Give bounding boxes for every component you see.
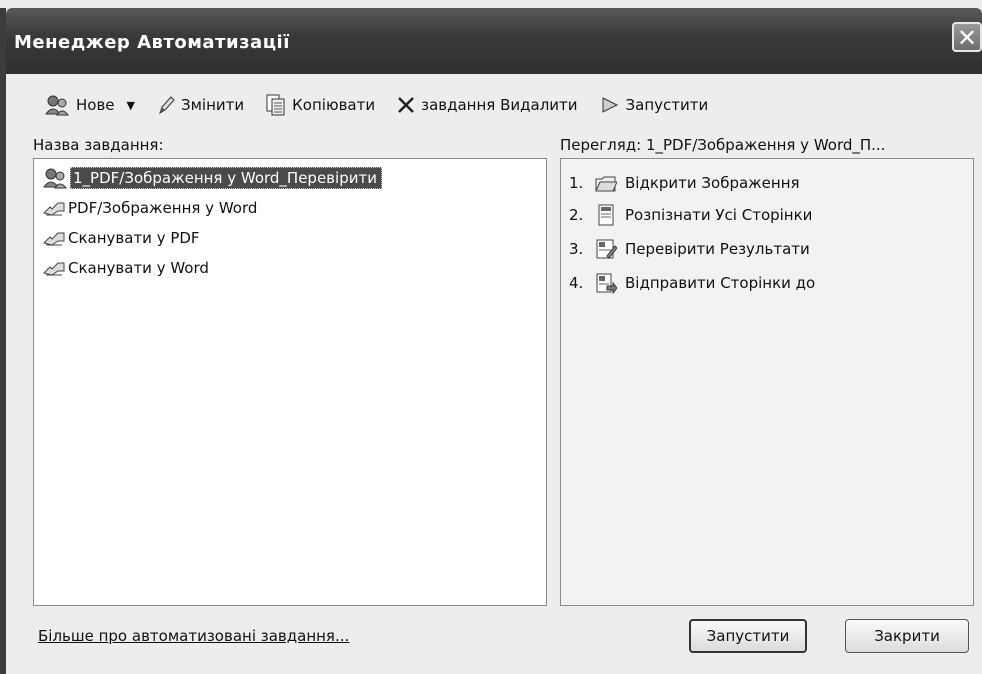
send-pages-icon: [596, 273, 617, 294]
custom-task-icon: [43, 168, 68, 189]
task-item-label: 1_PDF/Зображення у Word_Перевірити: [70, 167, 382, 189]
play-icon: [602, 97, 618, 113]
task-item[interactable]: PDF/Зображення у Word: [42, 195, 257, 221]
more-info-link[interactable]: Більше про автоматизовані завдання...: [38, 627, 349, 645]
step-number: 3.: [569, 240, 584, 258]
builtin-task-icon: [43, 262, 65, 276]
new-task-dropdown-icon[interactable]: ▼: [127, 99, 135, 112]
title-bar: Менеджер Автоматизації ✕: [6, 8, 982, 74]
new-task-label: Нове: [76, 96, 115, 114]
step-label: Перевірити Результати: [625, 240, 810, 258]
preview-header: Перегляд: 1_PDF/Зображення у Word_П...: [560, 136, 886, 154]
copy-icon: [266, 94, 285, 116]
copy-task-button[interactable]: Копіювати: [266, 94, 375, 116]
run-button[interactable]: Запустити: [689, 619, 807, 653]
builtin-task-icon: [43, 232, 65, 246]
open-image-icon: [595, 176, 617, 192]
step-label: Відкрити Зображення: [625, 174, 800, 192]
delete-task-label: завдання Видалити: [421, 96, 578, 114]
verify-results-icon: [596, 239, 617, 259]
step-item: 4. Відправити Сторінки до: [569, 269, 815, 297]
new-task-icon: [45, 95, 70, 116]
pencil-icon: [159, 96, 175, 115]
task-item-label: PDF/Зображення у Word: [68, 199, 258, 217]
close-window-button[interactable]: ✕: [952, 22, 982, 52]
step-item: 1. Відкрити Зображення: [569, 169, 800, 197]
task-item[interactable]: Сканувати у PDF: [42, 225, 200, 251]
task-item[interactable]: Сканувати у Word: [42, 255, 209, 281]
run-button-label: Запустити: [706, 627, 790, 645]
toolbar: Нове ▼ Змінити Копіювати завдання Видали…: [44, 90, 730, 120]
task-name-header: Назва завдання:: [33, 136, 164, 154]
close-button[interactable]: Закрити: [845, 619, 969, 653]
copy-task-label: Копіювати: [292, 96, 376, 114]
new-task-button[interactable]: Нове ▼: [44, 94, 135, 116]
edit-task-label: Змінити: [181, 96, 245, 114]
delete-task-button[interactable]: завдання Видалити: [397, 96, 578, 114]
close-button-label: Закрити: [874, 627, 940, 645]
run-task-button[interactable]: Запустити: [600, 96, 709, 114]
builtin-task-icon: [43, 202, 65, 216]
step-number: 4.: [569, 274, 584, 292]
window-left-border: [0, 8, 6, 674]
preview-panel: 1. Відкрити Зображення 2. Розпізнати Усі…: [560, 158, 974, 606]
step-label: Розпізнати Усі Сторінки: [625, 206, 813, 224]
task-item-label: Сканувати у PDF: [68, 229, 200, 247]
task-list[interactable]: 1_PDF/Зображення у Word_Перевірити PDF/З…: [33, 158, 547, 606]
step-number: 1.: [569, 174, 584, 192]
task-item-label: Сканувати у Word: [68, 259, 209, 277]
delete-x-icon: [398, 97, 414, 113]
window-title: Менеджер Автоматизації: [14, 32, 290, 53]
step-number: 2.: [569, 206, 584, 224]
automation-manager-window: Менеджер Автоматизації ✕ Нове ▼ Змінити: [0, 0, 982, 674]
step-item: 2. Розпізнати Усі Сторінки: [569, 201, 812, 229]
step-item: 3. Перевірити Результати: [569, 235, 810, 263]
run-task-label: Запустити: [625, 96, 709, 114]
step-label: Відправити Сторінки до: [625, 274, 816, 292]
close-icon: ✕: [956, 24, 978, 52]
task-item-selected[interactable]: 1_PDF/Зображення у Word_Перевірити: [42, 165, 382, 191]
edit-task-button[interactable]: Змінити: [157, 95, 244, 115]
recognize-pages-icon: [598, 204, 614, 226]
